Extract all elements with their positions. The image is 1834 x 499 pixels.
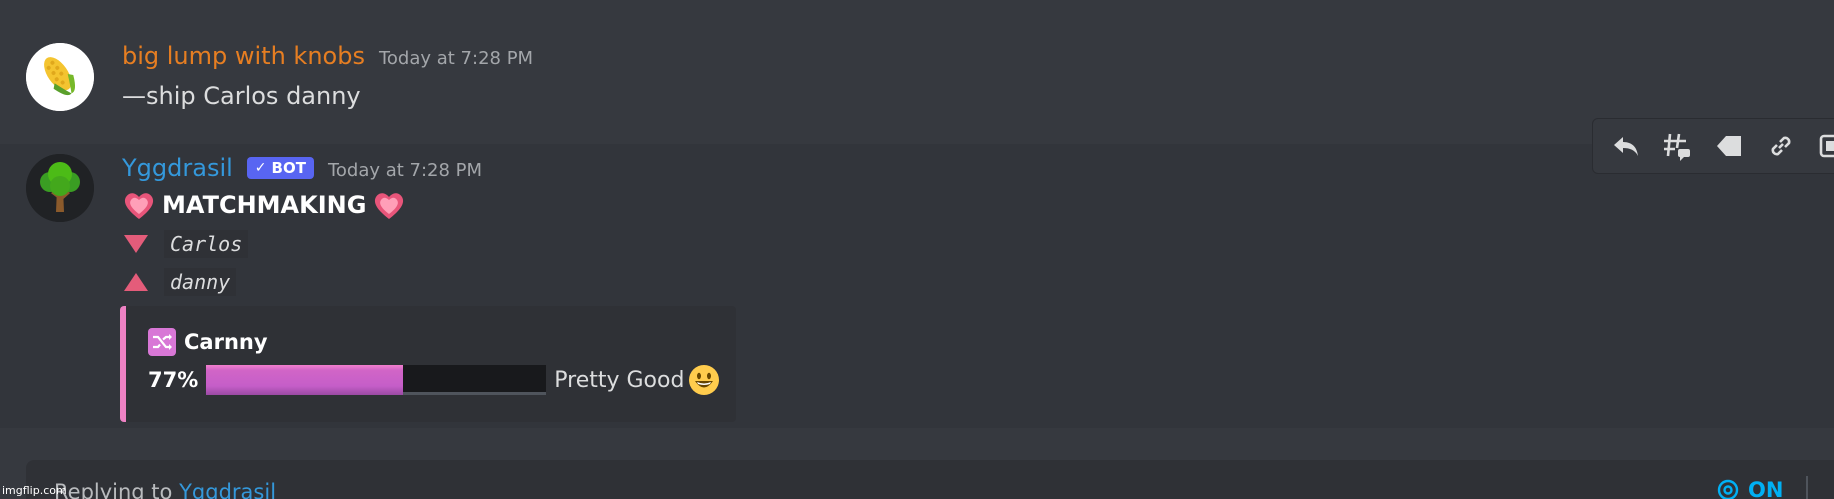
triangle-up-icon xyxy=(124,273,148,291)
reply-target[interactable]: Yggdrasil xyxy=(179,480,276,499)
username[interactable]: Yggdrasil xyxy=(122,154,233,182)
mention-toggle[interactable]: ON xyxy=(1716,478,1783,499)
reply-prefix: Replying to xyxy=(54,480,173,499)
verified-check-icon: ✓ xyxy=(254,160,267,176)
message-actions-toolbar xyxy=(1592,118,1834,174)
sparkling-heart-icon xyxy=(375,193,404,219)
sparkling-heart-icon xyxy=(124,193,154,219)
corn-icon xyxy=(26,43,94,111)
tag-button[interactable] xyxy=(1710,126,1748,166)
timestamp: Today at 7:28 PM xyxy=(327,160,483,181)
compatibility-verdict: Pretty Good xyxy=(554,367,685,393)
more-icon xyxy=(1819,134,1834,158)
reply-button[interactable] xyxy=(1607,126,1645,166)
bot-tag: ✓ BOT xyxy=(246,157,314,179)
message-header: Yggdrasil ✓ BOT Today at 7:28 PM xyxy=(122,154,482,182)
chat-area: big lump with knobs Today at 7:28 PM —sh… xyxy=(0,0,1834,499)
triangle-down-icon xyxy=(124,235,148,253)
watermark: imgflip.com xyxy=(2,484,67,497)
compatibility-bar-fill xyxy=(206,365,403,395)
bot-tag-label: BOT xyxy=(271,159,306,177)
tag-icon xyxy=(1716,136,1741,156)
person-one-name: Carlos xyxy=(164,230,249,258)
compatibility-row: 77% Pretty Good xyxy=(148,364,720,396)
message-item[interactable]: Yggdrasil ✓ BOT Today at 7:28 PM MATCHMA… xyxy=(0,144,1834,428)
person-two-name: danny xyxy=(164,268,237,296)
compatibility-bar xyxy=(206,365,547,395)
ship-name: Carnny xyxy=(184,330,268,354)
message-composer[interactable] xyxy=(26,460,1834,499)
shuffle-icon xyxy=(148,328,176,356)
create-thread-button[interactable] xyxy=(1659,126,1697,166)
person-one-row: Carlos xyxy=(122,230,249,258)
tree-icon xyxy=(26,154,94,222)
ship-embed: Carnny 77% Pretty Good xyxy=(120,306,736,422)
reply-icon xyxy=(1613,137,1638,156)
message-header: big lump with knobs Today at 7:28 PM xyxy=(122,42,533,70)
message-text: —ship Carlos danny xyxy=(122,82,361,110)
compatibility-percent: 77% xyxy=(148,368,199,392)
at-icon xyxy=(1717,479,1739,499)
divider xyxy=(1806,476,1808,499)
more-button[interactable] xyxy=(1813,126,1834,166)
username[interactable]: big lump with knobs xyxy=(122,42,365,70)
matchmaking-title: MATCHMAKING xyxy=(122,188,406,222)
smiley-icon xyxy=(689,365,720,395)
mention-toggle-label: ON xyxy=(1748,478,1784,499)
reply-indicator: Replying to Yggdrasil xyxy=(54,480,276,499)
copy-link-button[interactable] xyxy=(1762,126,1800,166)
matchmaking-label: MATCHMAKING xyxy=(162,191,367,219)
avatar[interactable] xyxy=(26,154,94,222)
message-item[interactable]: big lump with knobs Today at 7:28 PM —sh… xyxy=(0,26,1834,144)
avatar[interactable] xyxy=(26,43,94,111)
embed-title: Carnny xyxy=(148,328,268,356)
link-icon xyxy=(1771,136,1791,156)
person-two-row: danny xyxy=(122,268,237,296)
timestamp: Today at 7:28 PM xyxy=(378,48,534,69)
thread-icon xyxy=(1664,133,1691,161)
